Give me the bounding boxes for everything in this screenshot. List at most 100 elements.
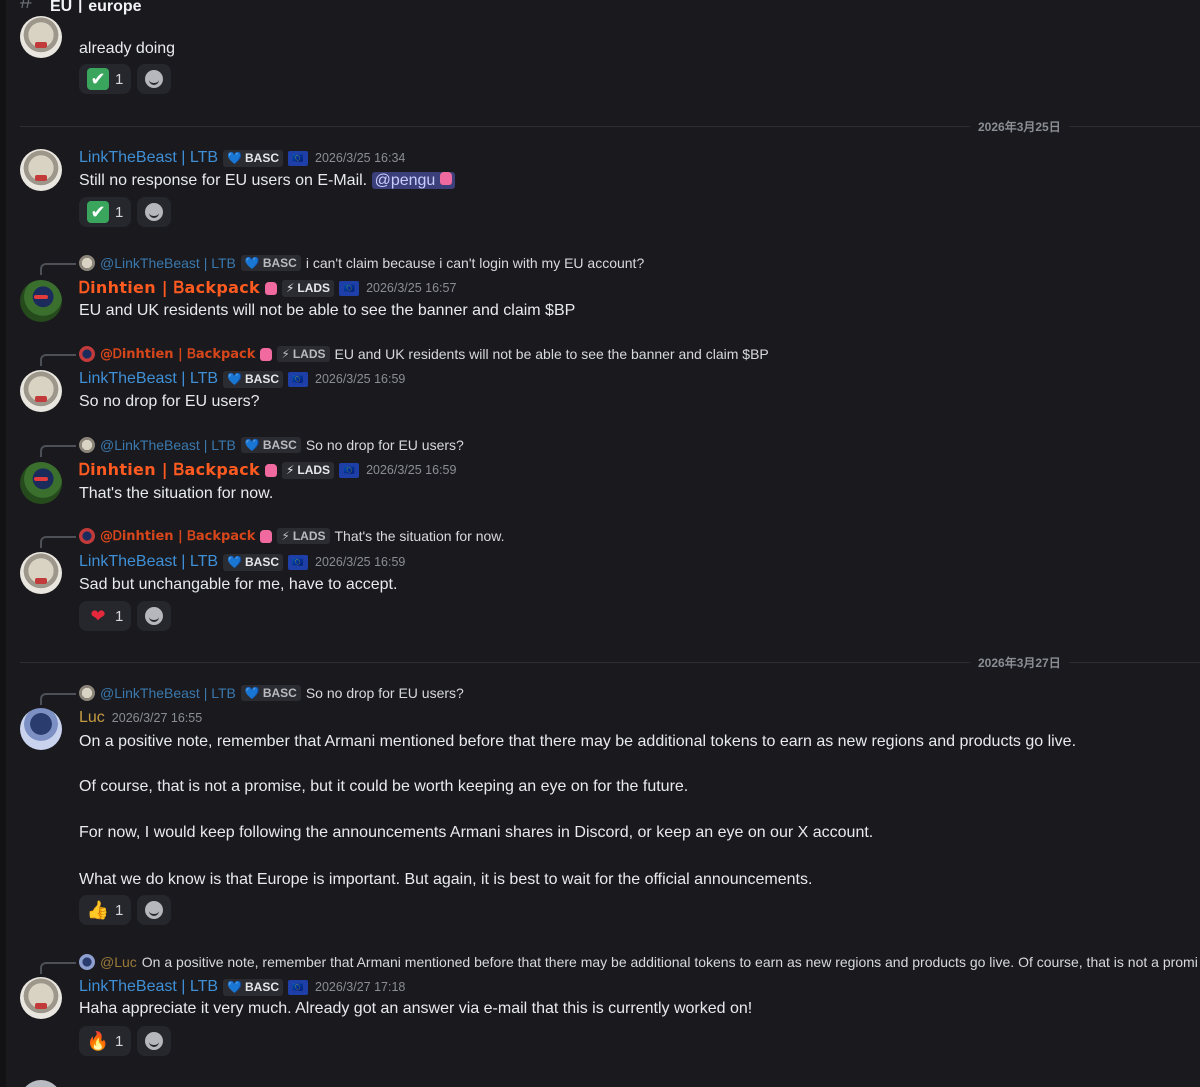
server-tag-label: LADS	[292, 347, 326, 361]
smiley-icon	[145, 203, 164, 221]
reaction-button[interactable]: ❤ 1	[79, 601, 132, 631]
backpack-icon	[260, 347, 273, 361]
username[interactable]: LinkTheBeast | LTB	[79, 978, 218, 996]
eu-flag-icon: 🇪🇺	[288, 371, 309, 387]
message-text: Sad but unchangable for me, have to acce…	[79, 576, 398, 593]
avatar[interactable]	[20, 149, 62, 191]
username[interactable]: LinkTheBeast | LTB	[79, 149, 218, 167]
server-tag[interactable]: 💙 BASC	[223, 149, 284, 167]
reactions: ✔ 1	[79, 64, 172, 94]
reaction-button[interactable]: 🔥 1	[79, 1026, 132, 1056]
server-tag[interactable]: ⚡ LADS	[281, 461, 335, 479]
reply-username[interactable]: @LinkTheBeast | LTB	[100, 255, 236, 271]
reply-avatar	[79, 528, 95, 544]
message-text: Still no response for EU users on E-Mail…	[79, 170, 455, 192]
server-tag: ⚡ LADS	[277, 346, 330, 362]
timestamp: 2026/3/25 16:59	[315, 372, 406, 386]
add-reaction-button[interactable]	[137, 197, 172, 227]
eu-flag-icon: 🇪🇺	[288, 979, 309, 995]
reply-username[interactable]: @LinkTheBeast | LTB	[100, 437, 236, 453]
avatar[interactable]	[20, 552, 62, 594]
reactions: ❤ 1	[79, 601, 172, 631]
smiley-icon	[145, 607, 164, 625]
timestamp: 2026/3/25 16:34	[315, 151, 406, 165]
add-reaction-button[interactable]	[137, 1026, 172, 1056]
server-tag[interactable]: 💙 BASC	[223, 553, 284, 571]
avatar[interactable]	[20, 280, 62, 322]
reply-connector	[40, 445, 76, 457]
heart-emoji-icon: ❤	[90, 606, 106, 626]
add-reaction-button[interactable]	[137, 601, 172, 631]
reply-text: EU and UK residents will not be able to …	[334, 346, 769, 362]
reply-preview[interactable]: @LinkTheBeast | LTB 💙 BASC So no drop for…	[79, 684, 464, 702]
timestamp: 2026/3/25 16:59	[315, 555, 406, 569]
reaction-button[interactable]: ✔ 1	[79, 197, 132, 227]
reply-connector	[40, 354, 76, 366]
reply-text: So no drop for EU users?	[305, 437, 464, 453]
avatar[interactable]	[20, 370, 62, 412]
username[interactable]: Ꭰinhtien | Ᏼackpack	[79, 278, 260, 298]
smiley-icon	[145, 1032, 164, 1050]
server-tag-label: BASC	[262, 686, 297, 700]
message-header: Luc 2026/3/27 16:55	[79, 708, 202, 728]
left-edge	[0, 0, 6, 1087]
message-header: Ꭰinhtien | Ᏼackpack ⚡ LADS 🇪🇺 2026/3/25 1…	[79, 278, 456, 298]
reply-username[interactable]: @Ꭰinhtien | Ᏼackpack	[100, 347, 255, 362]
lightning-icon: ⚡	[281, 347, 290, 361]
channel-name[interactable]: EU丨europe	[50, 0, 142, 16]
timestamp: 2026/3/25 16:59	[366, 463, 457, 477]
reply-preview[interactable]: @Ꭰinhtien | Ᏼackpack ⚡ LADS EU and UK res…	[79, 345, 769, 363]
reply-connector	[40, 536, 76, 548]
avatar[interactable]	[20, 462, 62, 504]
reply-username[interactable]: @Luc	[100, 954, 137, 970]
date-divider-label: 2026年3月27日	[970, 654, 1069, 671]
avatar[interactable]	[20, 1080, 62, 1087]
message-paragraph: What we do know is that Europe is import…	[79, 871, 813, 888]
reaction-count: 1	[115, 203, 124, 221]
check-mark-emoji-icon: ✔	[87, 201, 109, 223]
username[interactable]: Luc	[79, 709, 105, 727]
reply-preview[interactable]: @Ꭰinhtien | Ᏼackpack ⚡ LADS That's the si…	[79, 527, 505, 545]
check-mark-emoji-icon: ✔	[87, 68, 109, 90]
fire-emoji-icon: 🔥	[86, 1031, 110, 1051]
reply-avatar	[79, 685, 95, 701]
avatar[interactable]	[20, 977, 62, 1019]
add-reaction-button[interactable]	[137, 895, 172, 925]
reply-text: On a positive note, remember that Armani…	[141, 954, 1198, 970]
heart-icon: 💙	[244, 438, 260, 452]
add-reaction-button[interactable]	[137, 64, 172, 94]
server-tag[interactable]: 💙 BASC	[223, 370, 284, 388]
user-mention[interactable]: @pengu	[371, 172, 455, 189]
thumbs-up-emoji-icon: 👍	[86, 900, 110, 920]
server-tag-label: BASC	[262, 438, 297, 452]
reply-preview[interactable]: @Luc On a positive note, remember that A…	[79, 953, 1200, 971]
message-header: LinkTheBeast | LTB 💙 BASC 🇪🇺 2026/3/25 16…	[79, 552, 405, 572]
server-tag: 💙 BASC	[240, 685, 301, 701]
reaction-count: 1	[115, 1032, 124, 1050]
reaction-button[interactable]: 👍 1	[79, 895, 132, 925]
username[interactable]: LinkTheBeast | LTB	[79, 553, 218, 571]
heart-icon: 💙	[227, 372, 242, 386]
lightning-icon: ⚡	[285, 463, 295, 477]
server-tag[interactable]: ⚡ LADS	[281, 279, 335, 297]
reaction-button[interactable]: ✔ 1	[79, 64, 132, 94]
eu-flag-icon: 🇪🇺	[288, 150, 309, 166]
smiley-icon	[145, 70, 164, 88]
server-tag[interactable]: 💙 BASC	[223, 978, 284, 996]
avatar[interactable]	[20, 16, 62, 58]
lightning-icon: ⚡	[285, 281, 295, 295]
backpack-icon	[260, 529, 273, 543]
reply-preview[interactable]: @LinkTheBeast | LTB 💙 BASC So no drop for…	[79, 436, 464, 454]
reply-preview[interactable]: @LinkTheBeast | LTB 💙 BASC i can't claim …	[79, 254, 644, 272]
eu-flag-icon: 🇪🇺	[339, 462, 360, 478]
username[interactable]: Ꭰinhtien | Ᏼackpack	[79, 460, 260, 480]
reaction-count: 1	[115, 607, 124, 625]
timestamp: 2026/3/27 16:55	[111, 711, 203, 725]
avatar[interactable]	[20, 708, 62, 750]
username[interactable]: LinkTheBeast | LTB	[79, 370, 218, 388]
reactions: 🔥 1	[79, 1026, 172, 1056]
reply-username[interactable]: @LinkTheBeast | LTB	[100, 685, 236, 701]
reply-username[interactable]: @Ꭰinhtien | Ᏼackpack	[100, 529, 255, 544]
reply-avatar	[79, 255, 95, 271]
reply-connector	[40, 693, 76, 705]
